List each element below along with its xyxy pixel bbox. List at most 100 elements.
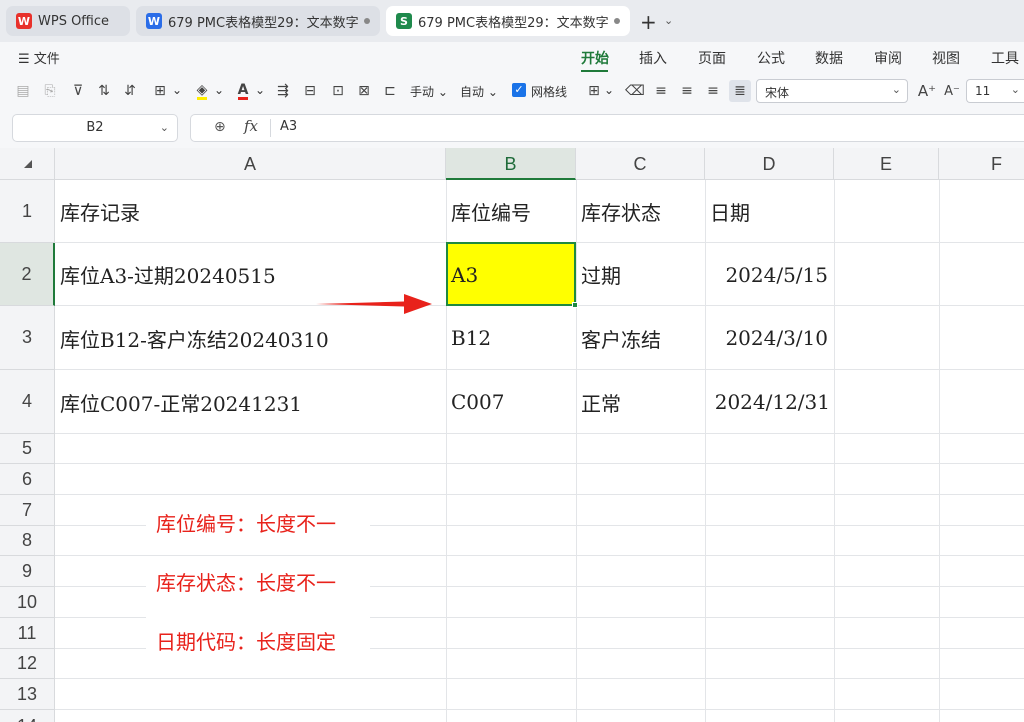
spreadsheet-doc-icon: S bbox=[396, 13, 412, 29]
cell-d2[interactable]: 2024/5/15 bbox=[705, 243, 834, 306]
row-header-2[interactable]: 2 bbox=[0, 243, 55, 306]
tab-label: 679 PMC表格模型29：文本数字混 bbox=[418, 15, 608, 31]
note-date-code-length: 日期代码：长度固定 bbox=[156, 630, 336, 654]
tab-spreadsheet-document[interactable]: S 679 PMC表格模型29：文本数字混 bbox=[386, 6, 630, 36]
row-header-3[interactable]: 3 bbox=[0, 306, 55, 370]
writer-doc-icon: W bbox=[146, 13, 162, 29]
column-header-e[interactable]: E bbox=[834, 148, 939, 180]
insert-column-icon[interactable]: ⊠ bbox=[354, 81, 374, 101]
font-color-icon[interactable]: A bbox=[233, 81, 253, 101]
sort-descending-icon[interactable]: ⇵ bbox=[120, 81, 140, 101]
note-status-length: 库存状态：长度不一 bbox=[156, 571, 336, 595]
formula-input[interactable] bbox=[190, 114, 1024, 142]
font-name-chevron-down-icon: ⌄ bbox=[891, 83, 901, 96]
tab-view[interactable]: 视图 bbox=[932, 48, 960, 68]
formula-separator bbox=[270, 119, 271, 137]
row-header-7[interactable]: 7 bbox=[0, 495, 55, 526]
format-painter-icon[interactable]: ⎘ bbox=[40, 81, 60, 101]
cell-b1[interactable]: 库位编号 bbox=[446, 180, 576, 243]
row-header-8[interactable]: 8 bbox=[0, 526, 55, 556]
font-size-chevron-down-icon: ⌄ bbox=[1010, 83, 1020, 96]
column-header-d[interactable]: D bbox=[705, 148, 834, 180]
row-header-1[interactable]: 1 bbox=[0, 180, 55, 243]
align-left-icon[interactable]: ≡ bbox=[651, 81, 671, 101]
gridline bbox=[55, 494, 1024, 495]
name-box[interactable]: B2 ⌄ bbox=[12, 114, 178, 142]
row-header-6[interactable]: 6 bbox=[0, 464, 55, 495]
cell-b3[interactable]: B12 bbox=[446, 306, 576, 370]
increase-font-size-icon[interactable]: A⁺ bbox=[917, 81, 937, 101]
tab-wps-home[interactable]: W WPS Office bbox=[6, 6, 130, 36]
font-size-value: 11 bbox=[975, 84, 991, 98]
cell-c1[interactable]: 库存状态 bbox=[576, 180, 705, 243]
insert-row-icon[interactable]: ⊡ bbox=[328, 81, 348, 101]
fill-color-chevron-down-icon[interactable]: ⌄ bbox=[214, 83, 224, 97]
column-header-b[interactable]: B bbox=[446, 148, 576, 180]
zoom-search-icon[interactable]: ⊕ bbox=[214, 119, 226, 135]
gridline bbox=[939, 180, 940, 722]
insert-function-icon[interactable]: fx bbox=[244, 117, 258, 135]
align-center-icon[interactable]: ≡ bbox=[677, 81, 697, 101]
borders-chevron-down-icon[interactable]: ⌄ bbox=[172, 83, 182, 97]
new-tab-plus-icon[interactable]: + bbox=[640, 10, 657, 34]
cell-d4[interactable]: 2024/12/31 bbox=[705, 370, 834, 434]
sort-ascending-icon[interactable]: ⇅ bbox=[94, 81, 114, 101]
row-header-11[interactable]: 11 bbox=[0, 618, 55, 649]
align-right-icon[interactable]: ≡ bbox=[703, 81, 723, 101]
row-header-12[interactable]: 12 bbox=[0, 649, 55, 679]
row-header-13[interactable]: 13 bbox=[0, 679, 55, 710]
cell-a4[interactable]: 库位C007-正常20241231 bbox=[55, 370, 446, 434]
cell-b2[interactable]: A3 bbox=[446, 243, 576, 306]
tab-list-chevron-down-icon[interactable]: ⌄ bbox=[664, 14, 673, 27]
tab-tools[interactable]: 工具 bbox=[991, 48, 1019, 68]
cell-d3[interactable]: 2024/3/10 bbox=[705, 306, 834, 370]
cell-d1[interactable]: 日期 bbox=[705, 180, 834, 243]
gridlines-checkbox[interactable]: ✓ bbox=[512, 83, 526, 97]
row-header-4[interactable]: 4 bbox=[0, 370, 55, 434]
cell-c2[interactable]: 过期 bbox=[576, 243, 705, 306]
gridline bbox=[55, 709, 1024, 710]
tab-label: 679 PMC表格模型29：文本数字混 bbox=[168, 15, 358, 31]
tab-writer-document[interactable]: W 679 PMC表格模型29：文本数字混 bbox=[136, 6, 380, 36]
cell-style-chevron-down-icon[interactable]: ⌄ bbox=[604, 83, 614, 97]
cell-b4[interactable]: C007 bbox=[446, 370, 576, 434]
tab-data[interactable]: 数据 bbox=[815, 48, 843, 68]
font-size-select[interactable]: 11 ⌄ bbox=[966, 79, 1024, 103]
paste-icon[interactable]: ▤ bbox=[13, 81, 33, 101]
fill-color-icon[interactable]: ◈ bbox=[192, 81, 212, 101]
tab-insert[interactable]: 插入 bbox=[639, 48, 667, 68]
name-box-chevron-down-icon: ⌄ bbox=[159, 121, 169, 134]
select-all-corner[interactable] bbox=[0, 148, 55, 180]
font-color-chevron-down-icon[interactable]: ⌄ bbox=[255, 83, 265, 97]
clear-format-icon[interactable]: ⌫ bbox=[625, 81, 645, 101]
column-header-a[interactable]: A bbox=[55, 148, 446, 180]
font-name-value: 宋体 bbox=[765, 86, 790, 100]
freeze-panes-icon[interactable]: ⊏ bbox=[380, 81, 400, 101]
row-header-10[interactable]: 10 bbox=[0, 587, 55, 618]
menu-bar: ☰ 文件 开始 插入 页面 公式 数据 审阅 视图 工具 bbox=[0, 42, 1024, 72]
row-header-5[interactable]: 5 bbox=[0, 434, 55, 464]
wrap-text-icon[interactable]: ⇶ bbox=[273, 81, 293, 101]
borders-icon[interactable]: ⊞ bbox=[150, 81, 170, 101]
tab-page[interactable]: 页面 bbox=[698, 48, 726, 68]
cell-style-icon[interactable]: ⊞ bbox=[584, 81, 604, 101]
column-header-c[interactable]: C bbox=[576, 148, 705, 180]
merge-cells-icon[interactable]: ⊟ bbox=[300, 81, 320, 101]
cell-a1[interactable]: 库存记录 bbox=[55, 180, 446, 243]
tab-review[interactable]: 审阅 bbox=[874, 48, 902, 68]
wrap-auto-dropdown[interactable]: 自动 ⌄ bbox=[460, 83, 498, 100]
decrease-font-size-icon[interactable]: A⁻ bbox=[942, 81, 962, 101]
unsaved-dot-icon bbox=[614, 18, 620, 24]
cell-c4[interactable]: 正常 bbox=[576, 370, 705, 434]
column-header-f[interactable]: F bbox=[939, 148, 1024, 180]
row-header-9[interactable]: 9 bbox=[0, 556, 55, 587]
filter-icon[interactable]: ⊽ bbox=[68, 81, 88, 101]
tab-formula[interactable]: 公式 bbox=[757, 48, 785, 68]
row-header-14[interactable]: 14 bbox=[0, 710, 55, 722]
formula-content[interactable]: A3 bbox=[280, 119, 297, 134]
wrap-manual-dropdown[interactable]: 手动 ⌄ bbox=[410, 83, 448, 100]
font-name-select[interactable]: 宋体 ⌄ bbox=[756, 79, 908, 103]
file-menu[interactable]: ☰ 文件 bbox=[18, 48, 60, 67]
tab-start[interactable]: 开始 bbox=[581, 48, 609, 68]
cell-c3[interactable]: 客户冻结 bbox=[576, 306, 705, 370]
